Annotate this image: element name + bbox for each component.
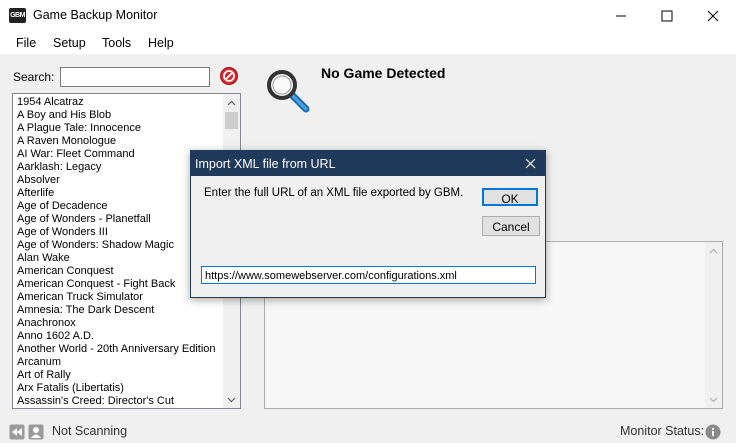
dialog-close-button[interactable] [515, 151, 545, 176]
menu-bar: File Setup Tools Help [0, 31, 736, 54]
list-item[interactable]: Arx Fatalis (Libertatis) [17, 382, 216, 395]
list-item[interactable]: A Raven Monologue [17, 135, 216, 148]
close-icon [707, 10, 719, 21]
list-item[interactable]: American Truck Simulator [17, 291, 216, 304]
clear-search-button[interactable] [219, 66, 239, 86]
dialog-message: Enter the full URL of an XML file export… [204, 187, 464, 199]
list-item[interactable]: A Boy and His Blob [17, 109, 216, 122]
notes-scroll-down-arrow[interactable] [705, 391, 722, 408]
scroll-thumb[interactable] [225, 112, 238, 129]
list-item[interactable]: Anachronox [17, 317, 216, 330]
chevron-down-icon [227, 397, 236, 402]
notes-scroll-up-arrow[interactable] [705, 242, 722, 259]
close-button[interactable] [690, 0, 736, 31]
minimize-button[interactable] [598, 0, 644, 31]
scroll-down-arrow[interactable] [223, 391, 240, 408]
info-icon[interactable] [705, 424, 721, 440]
import-url-dialog: Import XML file from URL Enter the full … [190, 150, 546, 298]
list-item[interactable]: Age of Wonders III [17, 226, 216, 239]
maximize-button[interactable] [644, 0, 690, 31]
list-item[interactable]: Absolver [17, 174, 216, 187]
list-item[interactable]: Art of Rally [17, 369, 216, 382]
maximize-icon [661, 10, 673, 21]
chevron-up-icon [709, 248, 718, 253]
window-title: Game Backup Monitor [33, 8, 158, 22]
list-item[interactable]: Age of Decadence [17, 200, 216, 213]
menu-help[interactable]: Help [148, 36, 174, 50]
dialog-titlebar: Import XML file from URL [191, 151, 545, 176]
status-bar: Not Scanning Monitor Status: [0, 421, 736, 443]
list-item[interactable]: Another World - 20th Anniversary Edition [17, 343, 216, 356]
menu-tools[interactable]: Tools [102, 36, 131, 50]
list-item[interactable]: A Plague Tale: Innocence [17, 122, 216, 135]
list-item[interactable]: Arcanum [17, 356, 216, 369]
menu-file[interactable]: File [16, 36, 36, 50]
list-item[interactable]: Aarklash: Legacy [17, 161, 216, 174]
monitor-status-label: Monitor Status: [620, 424, 705, 438]
title-bar: GBM Game Backup Monitor [0, 0, 736, 31]
search-input[interactable] [60, 67, 210, 87]
list-item[interactable]: Amnesia: The Dark Descent [17, 304, 216, 317]
scanning-status: Not Scanning [52, 424, 128, 438]
app-icon: GBM [9, 8, 26, 23]
user-icon[interactable] [28, 424, 44, 440]
chevron-down-icon [709, 397, 718, 402]
list-item[interactable]: Assassin's Creed: Director's Cut [17, 395, 216, 408]
notes-scrollbar[interactable] [705, 242, 722, 408]
scroll-up-arrow[interactable] [223, 94, 240, 111]
list-item[interactable]: American Conquest - Fight Back [17, 278, 216, 291]
list-item[interactable]: American Conquest [17, 265, 216, 278]
dialog-title: Import XML file from URL [195, 157, 336, 171]
cancel-button[interactable]: Cancel [482, 216, 540, 236]
rewind-icon[interactable] [9, 424, 25, 440]
game-title: No Game Detected [321, 65, 446, 81]
clear-icon [220, 67, 238, 85]
list-item[interactable]: Age of Wonders: Shadow Magic [17, 239, 216, 252]
list-item[interactable]: AI War: Fleet Command [17, 148, 216, 161]
minimize-icon [616, 15, 626, 16]
list-item[interactable]: Alan Wake [17, 252, 216, 265]
close-icon [525, 158, 535, 169]
chevron-up-icon [227, 100, 236, 105]
menu-setup[interactable]: Setup [53, 36, 86, 50]
list-item[interactable]: 1954 Alcatraz [17, 96, 216, 109]
list-item[interactable]: Afterlife [17, 187, 216, 200]
search-label: Search: [13, 70, 55, 84]
list-item[interactable]: Anno 1602 A.D. [17, 330, 216, 343]
ok-button[interactable]: OK [482, 188, 538, 206]
magnifier-icon [265, 68, 311, 114]
url-input[interactable]: https://www.somewebserver.com/configurat… [201, 266, 536, 284]
list-item[interactable]: Age of Wonders - Planetfall [17, 213, 216, 226]
